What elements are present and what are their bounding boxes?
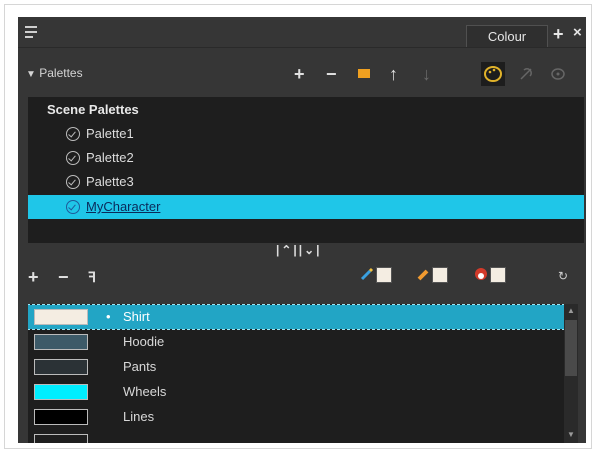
scroll-down-arrow-icon[interactable]: ▼ — [564, 430, 578, 439]
paint-palette-icon — [484, 66, 502, 82]
palette-item-palette1[interactable]: Palette1 — [28, 122, 584, 146]
palette-list[interactable]: Scene Palettes Palette1 Palette2 Palette… — [28, 97, 584, 243]
add-tint-button[interactable]: ꟻ — [88, 268, 96, 286]
colour-row-hoodie[interactable]: Hoodie — [28, 330, 564, 354]
folder-icon[interactable] — [358, 69, 370, 78]
pencil-colour-swatch[interactable] — [432, 267, 448, 283]
panel-splitter[interactable]: |⌃||⌄| — [276, 243, 322, 257]
colour-row-wheels[interactable]: Wheels — [28, 380, 564, 404]
move-palette-down-button[interactable]: ↓ — [422, 65, 431, 83]
paint-bucket-icon[interactable] — [474, 267, 488, 286]
remove-colour-button[interactable]: − — [58, 268, 69, 286]
scene-palettes-header: Scene Palettes — [47, 102, 139, 117]
colour-row-lines[interactable]: Lines — [28, 405, 564, 429]
move-palette-up-button[interactable]: ↑ — [389, 65, 398, 83]
check-circle-icon — [66, 200, 80, 214]
check-circle-icon — [66, 175, 80, 189]
colour-swatch — [34, 409, 88, 425]
colour-swatch — [34, 434, 88, 443]
colour-row-partial[interactable] — [28, 430, 564, 443]
palette-item-palette3[interactable]: Palette3 — [28, 170, 584, 194]
close-view-button[interactable]: × — [573, 24, 582, 41]
colour-swatch — [34, 309, 88, 325]
colour-row-shirt[interactable]: • Shirt — [28, 304, 564, 330]
current-colour-marker: • — [106, 309, 111, 324]
colour-list-scrollbar[interactable]: ▲ ▼ — [564, 304, 578, 443]
palette-browser-button[interactable] — [481, 62, 505, 86]
palettes-toggle[interactable]: ▼ Palettes — [26, 66, 83, 80]
colour-swatch — [34, 359, 88, 375]
brush-colour-swatch[interactable] — [376, 267, 392, 283]
link-palette-icon[interactable] — [518, 66, 534, 87]
header-divider — [18, 47, 586, 48]
link-icon[interactable]: ↻ — [558, 269, 568, 283]
check-circle-icon — [66, 127, 80, 141]
panel-menu-icon[interactable] — [25, 26, 41, 42]
pencil-icon[interactable] — [416, 267, 430, 286]
triangle-down-icon: ▼ — [26, 69, 36, 80]
add-view-button[interactable]: + — [553, 24, 564, 45]
palette-lock-icon[interactable] — [550, 66, 566, 87]
colour-swatch — [34, 384, 88, 400]
fill-colour-swatch[interactable] — [490, 267, 506, 283]
palettes-label: Palettes — [39, 66, 83, 80]
add-colour-button[interactable]: + — [28, 268, 39, 286]
check-circle-icon — [66, 151, 80, 165]
scroll-up-arrow-icon[interactable]: ▲ — [564, 306, 578, 315]
palette-item-mycharacter[interactable]: MyCharacter — [28, 195, 584, 219]
colour-row-pants[interactable]: Pants — [28, 355, 564, 379]
colour-swatch — [34, 334, 88, 350]
palette-item-palette2[interactable]: Palette2 — [28, 146, 584, 170]
tab-colour[interactable]: Colour — [466, 25, 548, 47]
colour-list[interactable]: • Shirt Hoodie Pants Wheels Lines — [28, 304, 564, 443]
brush-icon[interactable] — [360, 267, 374, 286]
scrollbar-thumb[interactable] — [565, 320, 577, 376]
add-palette-button[interactable]: + — [294, 65, 305, 83]
remove-palette-button[interactable]: − — [326, 65, 337, 83]
colour-panel: Colour + × ▼ Palettes + − ↑ ↓ Scene Pale… — [18, 17, 586, 443]
